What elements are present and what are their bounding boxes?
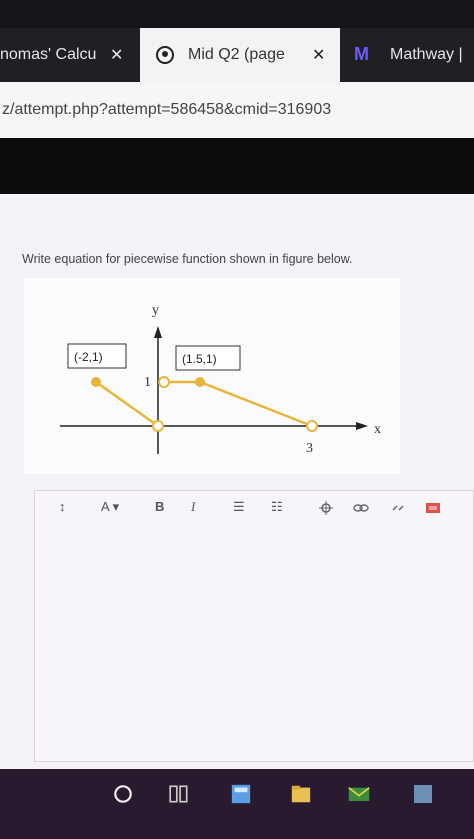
x-tick-label: 3 bbox=[306, 441, 313, 456]
answer-text-area[interactable] bbox=[35, 531, 473, 763]
piecewise-figure: y x 1 3 (-2,1) (1.5,1) bbox=[24, 278, 400, 474]
mathway-icon: M bbox=[354, 44, 369, 64]
point-left-closed bbox=[91, 377, 101, 387]
point-x3-open bbox=[306, 420, 318, 432]
paragraph-button[interactable]: ↕ bbox=[59, 499, 66, 514]
segment-right bbox=[199, 380, 313, 428]
italic-button[interactable]: I bbox=[191, 499, 195, 515]
link-icon[interactable] bbox=[353, 501, 369, 515]
tab-mathway[interactable]: M Mathway | bbox=[340, 28, 474, 82]
bold-button[interactable]: B bbox=[155, 499, 164, 514]
image-icon[interactable] bbox=[425, 500, 441, 516]
favicon-icon bbox=[156, 46, 174, 64]
point-left-label: (-2,1) bbox=[74, 350, 103, 364]
bullet-list-button[interactable]: ☰ bbox=[233, 499, 245, 515]
x-axis-arrow bbox=[356, 422, 368, 430]
y-axis-arrow bbox=[154, 326, 162, 338]
x-axis-label: x bbox=[374, 422, 381, 437]
point-right-closed bbox=[195, 377, 205, 387]
y-tick-label: 1 bbox=[144, 375, 151, 390]
url-text: z/attempt.php?attempt=586458&cmid=316903 bbox=[2, 101, 332, 118]
browser-tab-bar: nomas' Calcu ✕ Mid Q2 (page ✕ M Mathway … bbox=[0, 0, 474, 82]
font-button[interactable]: A ▾ bbox=[101, 499, 119, 515]
special-chars-icon[interactable] bbox=[319, 501, 333, 515]
mail-icon[interactable] bbox=[348, 783, 370, 805]
tab-thomas-calculus[interactable]: nomas' Calcu ✕ bbox=[0, 28, 140, 82]
graph-svg: y x 1 3 (-2,1) (1.5,1) bbox=[60, 303, 381, 456]
editor-toolbar: ↕ A ▾ B I ☰ ☷ bbox=[35, 491, 473, 527]
search-circle-icon[interactable] bbox=[112, 783, 134, 805]
point-origin-open bbox=[152, 420, 164, 432]
close-icon[interactable]: ✕ bbox=[312, 45, 325, 65]
task-view-icon[interactable] bbox=[168, 783, 190, 805]
quiz-page: Write equation for piecewise function sh… bbox=[0, 194, 474, 769]
close-icon[interactable]: ✕ bbox=[110, 45, 123, 65]
answer-editor[interactable]: ↕ A ▾ B I ☰ ☷ bbox=[34, 490, 474, 762]
point-yint-open bbox=[158, 376, 170, 388]
tab-mid-q2[interactable]: Mid Q2 (page ✕ bbox=[140, 28, 340, 82]
page-header-band bbox=[0, 138, 474, 194]
file-explorer-icon[interactable] bbox=[290, 783, 312, 805]
tab-label: nomas' Calcu bbox=[0, 46, 97, 63]
store-icon[interactable] bbox=[412, 783, 434, 805]
y-axis-label: y bbox=[152, 303, 159, 318]
address-bar[interactable]: z/attempt.php?attempt=586458&cmid=316903 bbox=[0, 82, 474, 138]
numbered-list-button[interactable]: ☷ bbox=[271, 499, 283, 515]
point-right-label: (1.5,1) bbox=[182, 352, 217, 366]
calculator-icon[interactable] bbox=[230, 783, 252, 805]
unlink-icon[interactable] bbox=[391, 501, 405, 515]
taskbar bbox=[0, 769, 474, 839]
question-text: Write equation for piecewise function sh… bbox=[22, 252, 353, 266]
